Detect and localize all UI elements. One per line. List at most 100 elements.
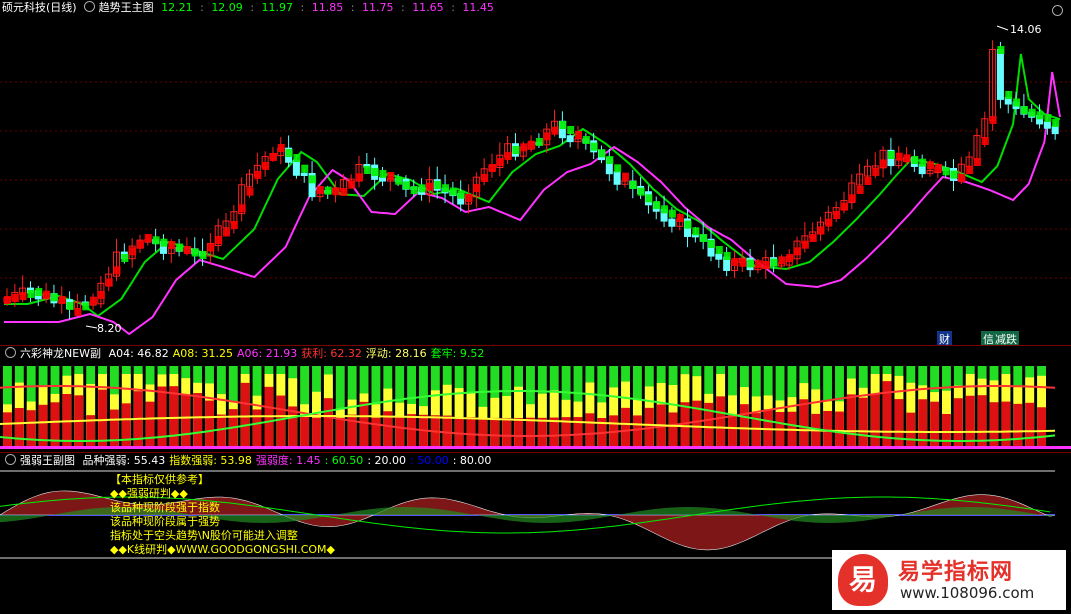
- candle-body: [292, 159, 300, 176]
- candle-body: [1051, 125, 1059, 135]
- chip-bar-red: [799, 399, 809, 446]
- trend-block: [113, 266, 121, 275]
- trend-block: [614, 164, 622, 173]
- trend-block: [50, 293, 58, 302]
- trend-block: [1013, 98, 1021, 107]
- trend-block: [488, 164, 496, 172]
- trend-block: [442, 184, 450, 193]
- trend-block: [144, 234, 152, 242]
- main-indicator-name[interactable]: 趋势王主图: [99, 1, 154, 14]
- finance-tag[interactable]: 财: [937, 331, 952, 345]
- trend-block: [528, 140, 536, 149]
- indicator-settings-icon[interactable]: [83, 1, 95, 12]
- sub1-indicator-name[interactable]: 六彩神龙NEW副: [20, 347, 101, 360]
- trend-block: [74, 308, 82, 316]
- main-value-4: 11.85: [311, 1, 344, 14]
- trend-block: [778, 256, 786, 265]
- trend-block: [121, 254, 129, 262]
- trend-block: [152, 236, 160, 245]
- trend-block: [590, 142, 598, 151]
- chip-bar-red: [252, 409, 262, 446]
- candle-body: [668, 218, 676, 227]
- sub1-item-1: A04: 46.82: [108, 347, 169, 360]
- trend-block: [481, 174, 489, 182]
- chip-bar-red: [823, 410, 833, 446]
- trend-block: [1020, 106, 1028, 114]
- main-chart-canvas[interactable]: [0, 0, 1071, 345]
- high-marker-line: [996, 25, 1009, 31]
- trend-block: [395, 176, 403, 185]
- trend-block: [770, 258, 778, 267]
- trend-block: [942, 167, 950, 176]
- chip-bar-red: [965, 395, 975, 446]
- sub1-item-3: A06: 21.93: [237, 347, 298, 360]
- trend-block: [277, 144, 285, 152]
- trend-block: [191, 248, 199, 257]
- chip-bar-red: [62, 393, 72, 446]
- trend-block: [754, 260, 762, 269]
- sub1-chart-panel[interactable]: 六彩神龙NEW副 A04: 46.82 A08: 31.25 A06: 21.93 获…: [0, 346, 1071, 452]
- main-value-3: 11.97: [261, 1, 294, 14]
- trend-block: [402, 181, 410, 190]
- trend-block: [246, 187, 254, 196]
- trend-block: [473, 184, 481, 192]
- indicator-settings-icon[interactable]: [5, 454, 16, 465]
- trend-block: [176, 243, 184, 252]
- site-url: www.108096.com: [900, 584, 1035, 602]
- sub2-level-3: : 50.00: [410, 454, 449, 467]
- main-value-7: 11.45: [462, 1, 494, 14]
- trend-block: [794, 247, 802, 256]
- chip-bar-red: [526, 417, 535, 446]
- chip-bar-red: [882, 381, 892, 446]
- chip-bar-red: [621, 407, 630, 446]
- trend-block: [880, 159, 888, 168]
- sub1-item-2: A08: 31.25: [172, 347, 233, 360]
- stock-name[interactable]: 硕元科技(日线): [2, 1, 77, 14]
- main-value-6: 11.65: [412, 1, 444, 14]
- sub2-indicator-name[interactable]: 强弱王副图: [20, 454, 75, 467]
- trend-block: [457, 190, 465, 199]
- drop-tag[interactable]: 减跌: [993, 331, 1019, 345]
- chip-bar-red: [716, 396, 726, 446]
- trend-block: [332, 187, 340, 196]
- trend-block: [11, 294, 19, 302]
- trend-block: [981, 137, 989, 145]
- indicator-settings-icon[interactable]: [5, 347, 16, 358]
- trend-block: [668, 209, 676, 218]
- chip-bar-red: [300, 415, 310, 446]
- low-marker-line: [85, 325, 98, 329]
- trend-block: [895, 152, 903, 161]
- trend-block: [301, 164, 309, 173]
- trend-block: [238, 204, 246, 213]
- value-separator: :: [451, 1, 455, 14]
- chip-bar-red: [240, 382, 250, 446]
- chip-bar-red: [98, 389, 107, 446]
- sub1-header: 六彩神龙NEW副 A04: 46.82 A08: 31.25 A06: 21.93 获…: [0, 346, 492, 362]
- trend-block: [887, 151, 895, 159]
- chip-bar-red: [846, 394, 856, 446]
- trend-block: [700, 234, 708, 242]
- trend-block: [105, 278, 113, 287]
- chip-bar-red: [181, 394, 191, 446]
- note-line-1: 【本指标仅供参考】: [110, 473, 209, 486]
- trend-block: [833, 211, 841, 219]
- panel-menu-icon[interactable]: [1052, 5, 1063, 16]
- main-chart-panel[interactable]: 硕元科技(日线) 趋势王主图 12.21 : 12.09 : 11.97 : 11…: [0, 0, 1071, 345]
- trend-block: [1036, 111, 1044, 120]
- trend-block: [989, 116, 997, 124]
- trend-block: [950, 170, 958, 179]
- chip-bar-red: [205, 400, 214, 446]
- sub2-level-1: : 60.50: [324, 454, 364, 467]
- trend-block: [66, 302, 74, 310]
- trend-block: [512, 146, 520, 154]
- chip-bar-red: [668, 412, 678, 446]
- chip-bar-red: [585, 413, 595, 446]
- trend-block: [856, 186, 864, 194]
- trend-block: [504, 152, 512, 160]
- trend-block: [418, 184, 426, 193]
- trend-block: [575, 131, 583, 139]
- trend-block: [136, 240, 144, 249]
- main-value-2: 12.09: [211, 1, 243, 14]
- trend-block: [1044, 114, 1052, 122]
- note-line-4: 该品种现阶段属于强势: [110, 515, 220, 528]
